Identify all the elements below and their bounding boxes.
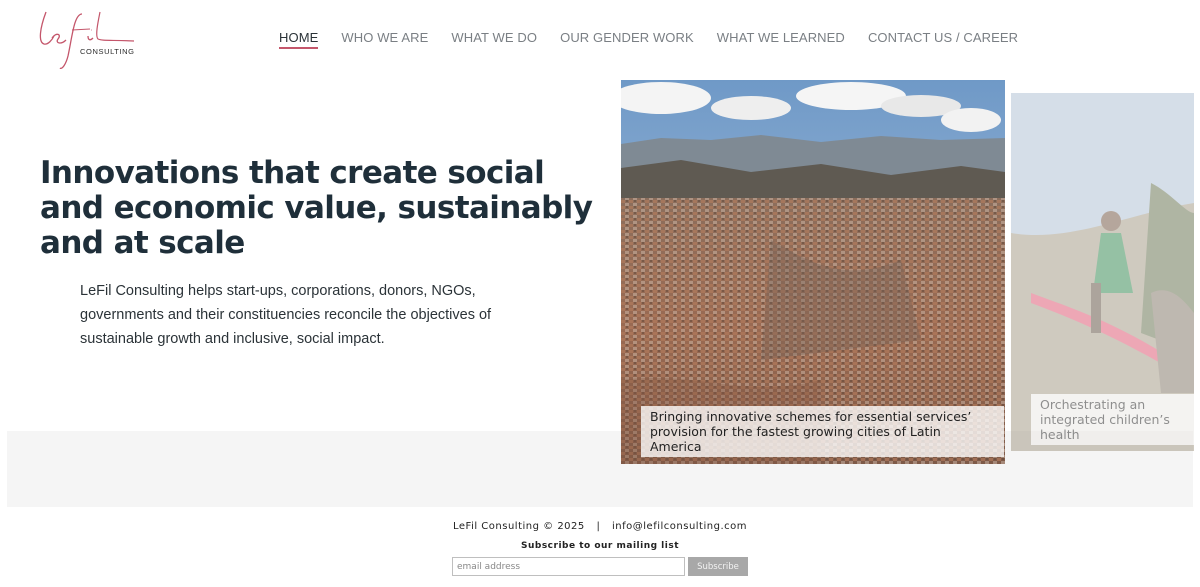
carousel-slide-active[interactable]: Bringing innovative schemes for essentia… [621,80,1005,464]
slide-caption: Bringing innovative schemes for essentia… [641,406,1004,457]
nav-who-we-are[interactable]: WHO WE ARE [341,30,428,49]
nav-what-we-learned[interactable]: WHAT WE LEARNED [717,30,845,49]
nav-contact-career[interactable]: CONTACT US / CAREER [868,30,1018,49]
lefil-logo-script [39,11,135,70]
nav-home[interactable]: HOME [279,30,319,49]
logo-subtitle: CONSULTING [80,47,135,56]
carousel-slide-next[interactable]: Orchestrating an integrated children’s h… [1011,93,1194,451]
hero-title: Innovations that create social and econo… [40,155,593,261]
subscribe-label: Subscribe to our mailing list [520,541,680,551]
nav-our-gender-work[interactable]: OUR GENDER WORK [560,30,694,49]
logo[interactable]: CONSULTING [38,8,138,72]
email-input[interactable] [452,557,685,576]
slide-caption-next: Orchestrating an integrated children’s h… [1031,394,1194,445]
subscribe-button[interactable]: Subscribe [688,557,748,576]
footer-info: LeFil Consulting © 2025 | info@lefilcons… [0,521,1200,532]
nav-what-we-do[interactable]: WHAT WE DO [451,30,537,49]
copyright-text: LeFil Consulting © 2025 [453,521,585,532]
footer-email-link[interactable]: info@lefilconsulting.com [612,521,747,532]
footer-separator: | [596,521,601,532]
hero-description: LeFil Consulting helps start-ups, corpor… [80,283,492,347]
main-nav: HOME WHO WE ARE WHAT WE DO OUR GENDER WO… [279,30,1041,49]
